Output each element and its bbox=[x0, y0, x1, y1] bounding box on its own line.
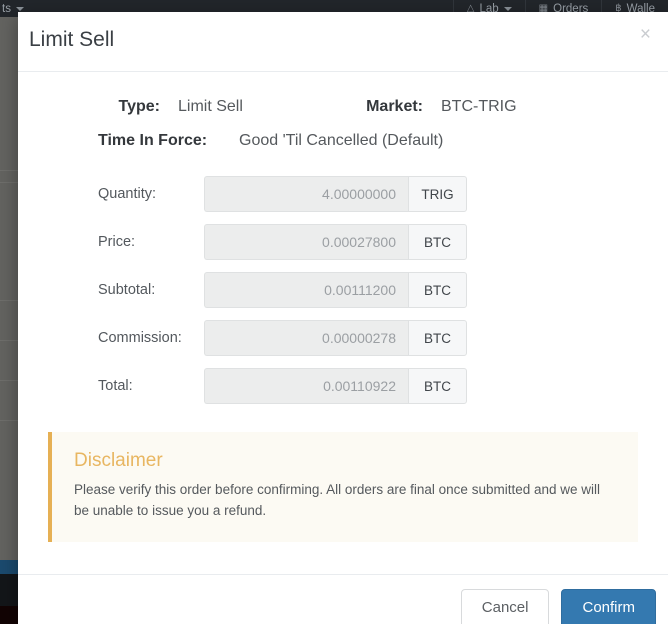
quantity-unit-addon: TRIG bbox=[408, 176, 467, 212]
order-market-label: Market: bbox=[366, 98, 423, 115]
backdrop-divider bbox=[0, 300, 19, 301]
total-unit-addon: BTC bbox=[408, 368, 467, 404]
cancel-button[interactable]: Cancel bbox=[460, 589, 550, 624]
quantity-input-group: TRIG bbox=[204, 176, 467, 212]
time-in-force-label: Time In Force: bbox=[98, 132, 208, 149]
subtotal-input[interactable] bbox=[204, 272, 408, 308]
limit-sell-modal: Limit Sell × Type: Limit Sell Market: BT… bbox=[18, 12, 668, 624]
commission-unit-addon: BTC bbox=[408, 320, 467, 356]
time-in-force-row: Time In Force: Good 'Til Cancelled (Defa… bbox=[38, 132, 648, 150]
order-fields: Quantity: TRIG Price: BTC Subtotal: BTC bbox=[38, 170, 648, 410]
quantity-input[interactable] bbox=[204, 176, 408, 212]
order-type-label: Type: bbox=[118, 98, 160, 115]
commission-input-group: BTC bbox=[204, 320, 467, 356]
backdrop-divider bbox=[0, 170, 19, 171]
field-row-quantity: Quantity: TRIG bbox=[38, 170, 648, 218]
backdrop-highlight-row bbox=[0, 560, 19, 574]
backdrop-divider bbox=[0, 340, 19, 341]
order-market-block: Market: BTC-TRIG bbox=[313, 98, 517, 116]
backdrop-divider bbox=[0, 380, 19, 381]
field-row-subtotal: Subtotal: BTC bbox=[38, 266, 648, 314]
chevron-down-icon bbox=[15, 6, 24, 11]
subtotal-unit-addon: BTC bbox=[408, 272, 467, 308]
modal-footer: Cancel Confirm bbox=[18, 574, 668, 624]
order-summary-row: Type: Limit Sell Market: BTC-TRIG bbox=[38, 98, 648, 116]
total-input[interactable] bbox=[204, 368, 408, 404]
backdrop-left-panel bbox=[0, 0, 20, 624]
nav-item-label: ts bbox=[2, 2, 11, 15]
price-input-group: BTC bbox=[204, 224, 467, 260]
disclaimer-panel: Disclaimer Please verify this order befo… bbox=[48, 432, 638, 542]
time-in-force-value: Good 'Til Cancelled (Default) bbox=[239, 132, 444, 149]
field-row-price: Price: BTC bbox=[38, 218, 648, 266]
subtotal-input-group: BTC bbox=[204, 272, 467, 308]
close-icon[interactable]: × bbox=[635, 23, 656, 46]
disclaimer-title: Disclaimer bbox=[74, 450, 163, 471]
price-unit-addon: BTC bbox=[408, 224, 467, 260]
backdrop-lower-panel bbox=[0, 574, 19, 606]
chevron-down-icon bbox=[503, 6, 512, 11]
modal-body: Type: Limit Sell Market: BTC-TRIG Time I… bbox=[18, 72, 668, 542]
total-input-group: BTC bbox=[204, 368, 467, 404]
price-input[interactable] bbox=[204, 224, 408, 260]
field-row-commission: Commission: BTC bbox=[38, 314, 648, 362]
modal-header: Limit Sell × bbox=[18, 12, 668, 72]
quantity-label: Quantity: bbox=[98, 186, 157, 202]
order-type-value: Limit Sell bbox=[178, 98, 243, 115]
field-row-total: Total: BTC bbox=[38, 362, 648, 410]
total-label: Total: bbox=[98, 378, 133, 394]
order-market-value: BTC-TRIG bbox=[441, 98, 517, 115]
commission-label: Commission: bbox=[98, 330, 182, 346]
price-label: Price: bbox=[98, 234, 136, 250]
order-type-block: Type: Limit Sell bbox=[38, 98, 313, 116]
backdrop-divider bbox=[0, 182, 19, 183]
subtotal-label: Subtotal: bbox=[98, 282, 156, 298]
backdrop-divider bbox=[0, 420, 19, 421]
disclaimer-text: Please verify this order before confirmi… bbox=[74, 482, 600, 518]
commission-input[interactable] bbox=[204, 320, 408, 356]
confirm-button[interactable]: Confirm bbox=[561, 589, 656, 624]
modal-title: Limit Sell bbox=[29, 28, 115, 51]
